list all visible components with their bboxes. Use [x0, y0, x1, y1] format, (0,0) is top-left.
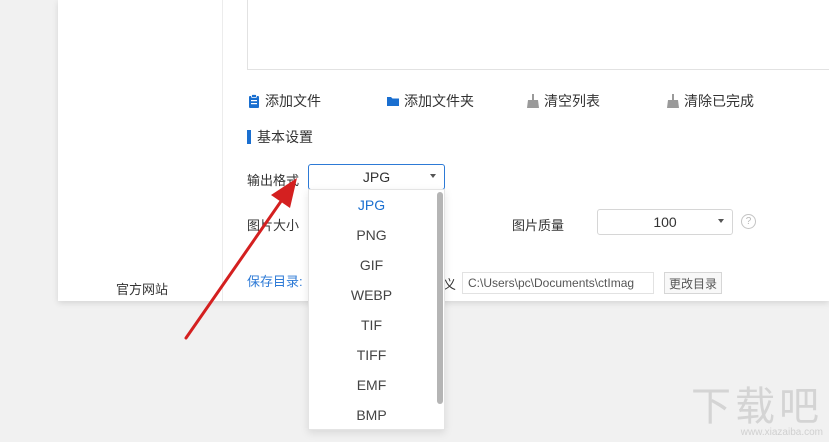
sidebar: 官方网站	[58, 0, 223, 301]
help-icon[interactable]: ?	[741, 214, 756, 229]
clipboard-icon	[247, 94, 261, 108]
format-option-bmp[interactable]: BMP	[309, 400, 444, 429]
clear-list-button[interactable]: 清空列表	[526, 92, 600, 110]
broom-icon	[526, 94, 540, 108]
site-watermark: 下载吧 www.xiazaiba.com	[691, 387, 823, 438]
dropdown-scrollbar[interactable]	[437, 192, 443, 404]
clear-done-label: 清除已完成	[684, 93, 754, 109]
clear-list-label: 清空列表	[544, 93, 600, 109]
folder-icon	[386, 94, 400, 108]
format-option-jpg[interactable]: JPG	[309, 190, 444, 220]
basic-settings-title: 基本设置	[247, 127, 313, 147]
format-option-tif[interactable]: TIF	[309, 310, 444, 340]
image-quality-label: 图片质量	[512, 218, 565, 233]
save-path-input[interactable]: C:\Users\pc\Documents\ctImag	[462, 272, 654, 294]
format-option-webp[interactable]: WEBP	[309, 280, 444, 310]
format-option-gif[interactable]: GIF	[309, 250, 444, 280]
save-directory-label: 保存目录:	[247, 274, 303, 289]
image-size-label: 图片大小	[247, 218, 300, 233]
add-folder-label: 添加文件夹	[404, 93, 474, 109]
watermark-logo-text: 下载吧	[691, 385, 823, 429]
add-file-button[interactable]: 添加文件	[247, 92, 321, 110]
basic-settings-label: 基本设置	[257, 129, 313, 145]
format-dropdown-list: JPG PNG GIF WEBP TIF TIFF EMF BMP	[308, 189, 445, 430]
change-directory-button[interactable]: 更改目录	[664, 272, 722, 294]
output-format-value: JPG	[362, 169, 391, 185]
section-accent-bar	[247, 130, 251, 144]
output-format-select[interactable]: JPG	[308, 164, 445, 190]
output-format-label: 输出格式	[247, 173, 300, 188]
format-option-tiff[interactable]: TIFF	[309, 340, 444, 370]
add-file-label: 添加文件	[265, 93, 321, 109]
chevron-down-icon	[430, 174, 436, 178]
format-option-png[interactable]: PNG	[309, 220, 444, 250]
file-list-area[interactable]	[247, 0, 829, 70]
official-site-link[interactable]: 官方网站	[116, 279, 168, 298]
broom-icon	[666, 94, 680, 108]
image-quality-select[interactable]: 100	[597, 209, 733, 235]
add-folder-button[interactable]: 添加文件夹	[386, 92, 474, 110]
format-option-emf[interactable]: EMF	[309, 370, 444, 400]
clear-done-button[interactable]: 清除已完成	[666, 92, 754, 110]
chevron-down-icon	[718, 219, 724, 223]
image-quality-value: 100	[653, 214, 677, 230]
